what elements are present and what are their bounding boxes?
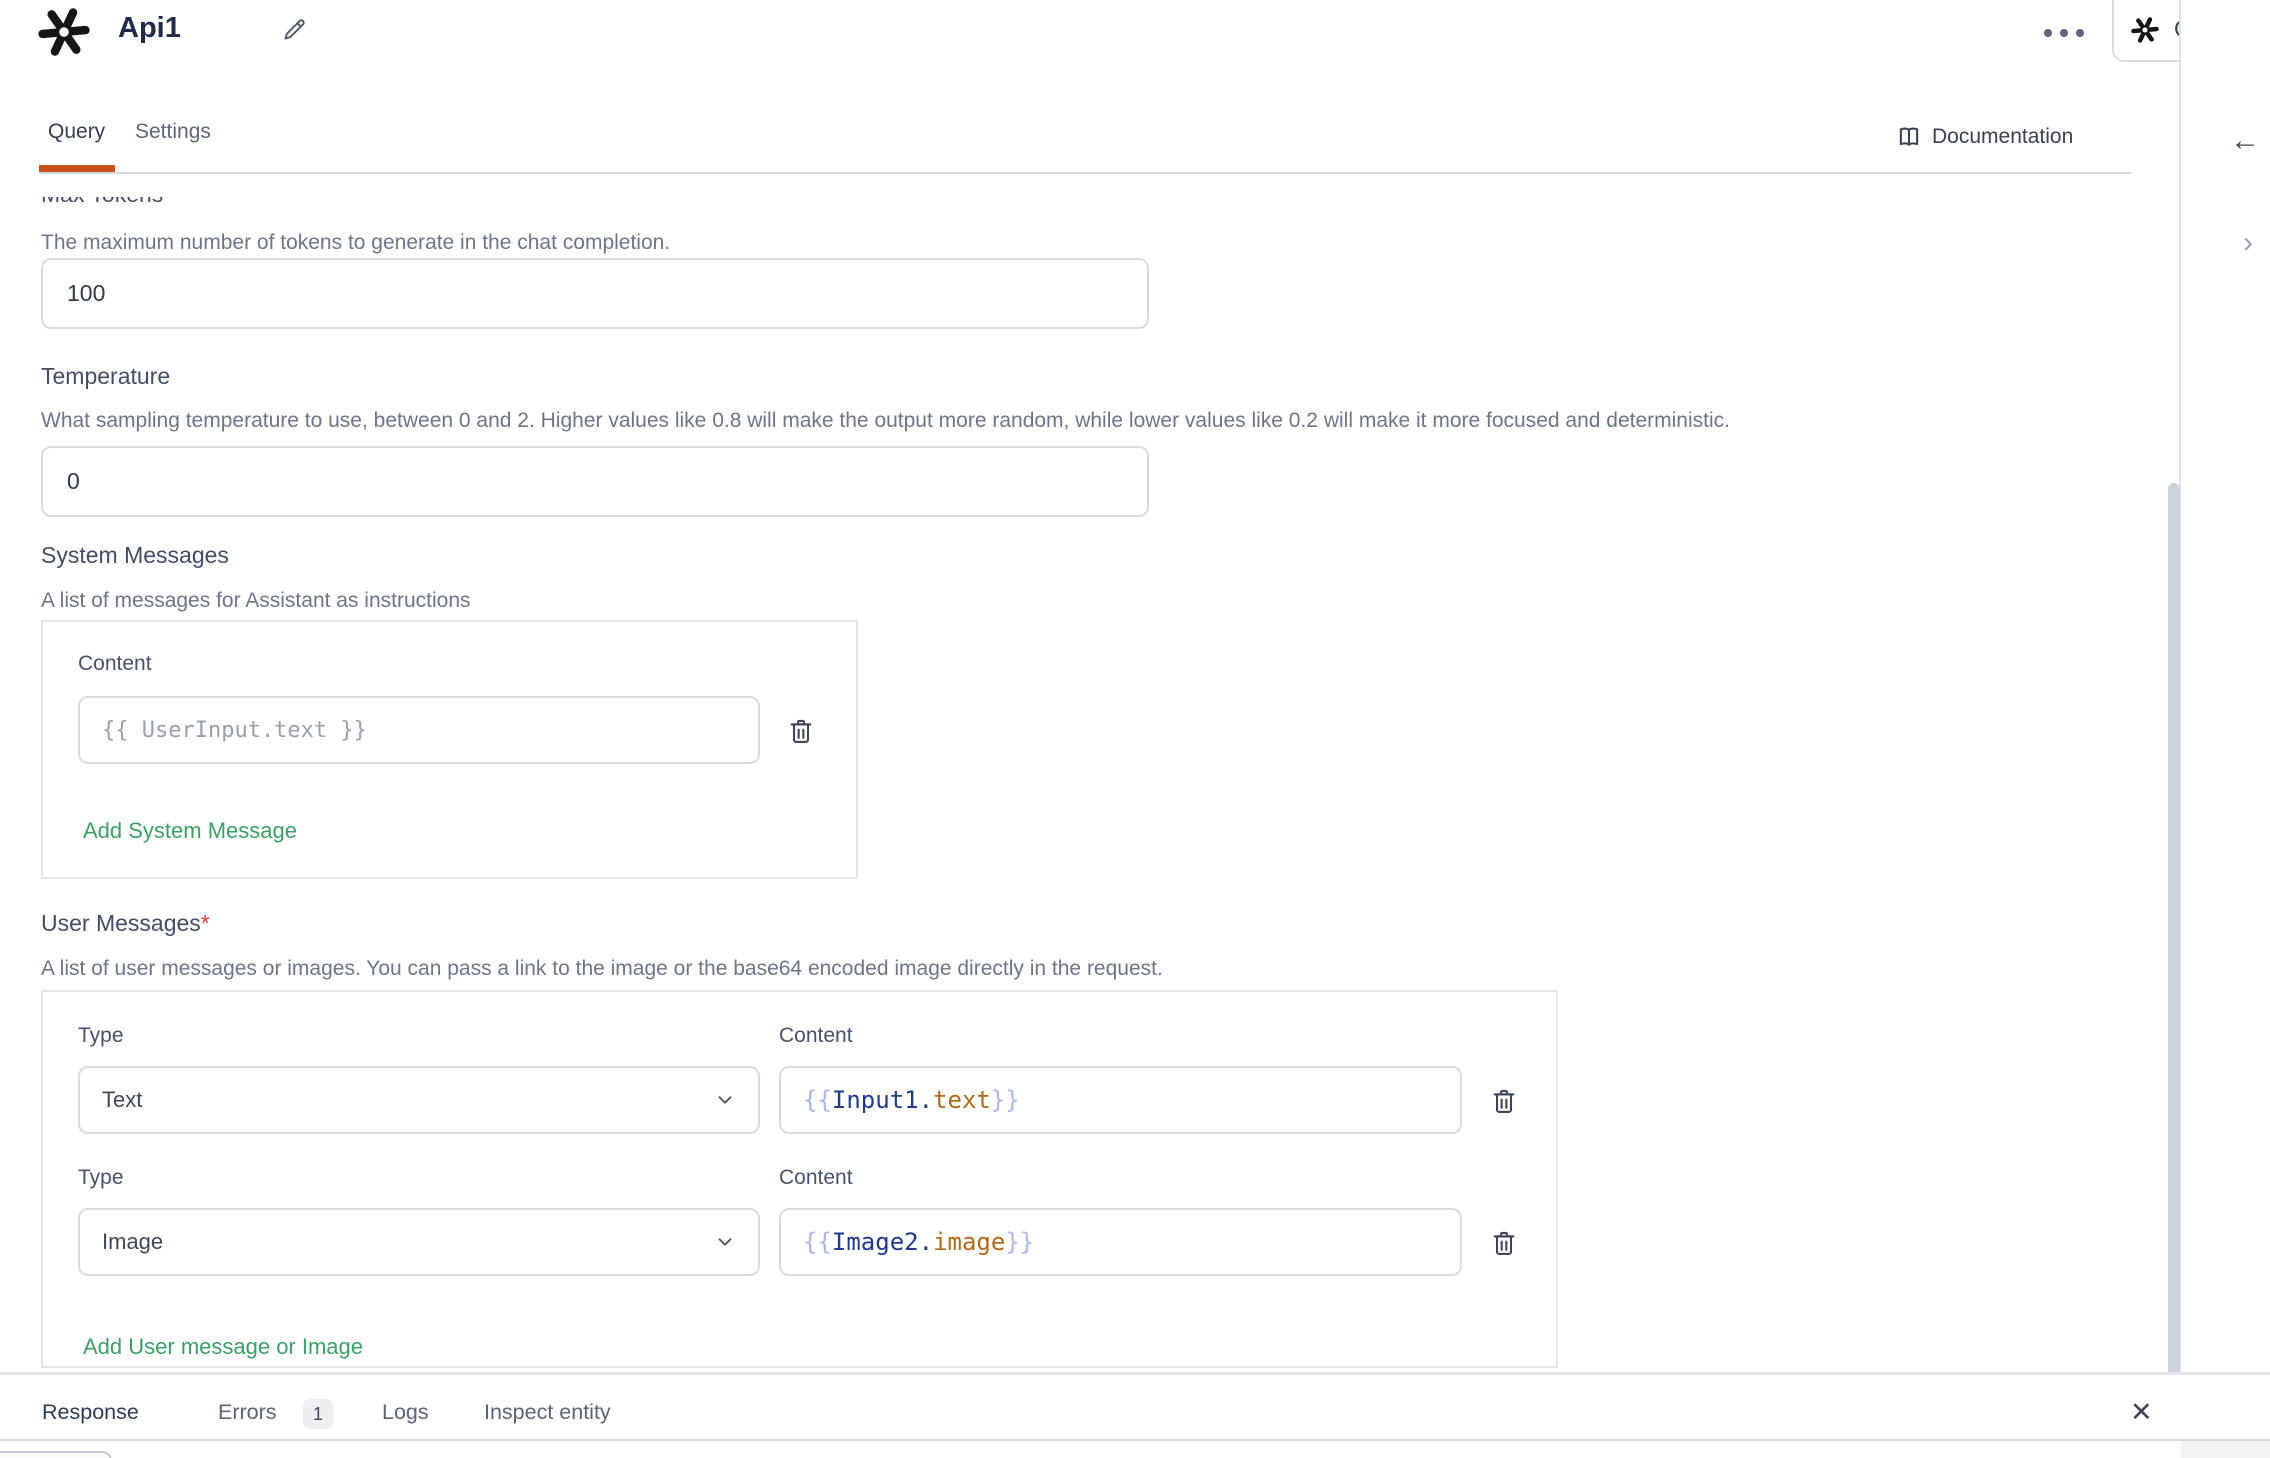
code-open-brace: {{ xyxy=(803,1086,832,1114)
add-system-message-button[interactable]: Add System Message xyxy=(83,818,297,844)
row1-type-select[interactable]: Text xyxy=(78,1066,760,1134)
close-icon[interactable]: ✕ xyxy=(2130,1397,2153,1428)
max-tokens-input[interactable] xyxy=(41,258,1149,329)
tab-query[interactable]: Query xyxy=(48,120,105,144)
code-property: text xyxy=(933,1086,991,1114)
tab-settings[interactable]: Settings xyxy=(135,120,211,144)
query-name-title[interactable]: Api1 xyxy=(118,12,181,45)
openai-logo-icon xyxy=(36,2,92,62)
user-messages-label-text: User Messages xyxy=(41,910,201,936)
code-identifier: Image2 xyxy=(832,1228,919,1256)
max-tokens-description: The maximum number of tokens to generate… xyxy=(41,231,670,255)
add-user-message-button[interactable]: Add User message or Image xyxy=(83,1334,363,1360)
vertical-scrollbar-thumb[interactable] xyxy=(2168,483,2180,1405)
delete-user-message-1-button[interactable] xyxy=(1490,1086,1520,1120)
code-dot: . xyxy=(919,1228,933,1256)
documentation-link[interactable]: Documentation xyxy=(1896,124,2073,150)
partial-response-element xyxy=(0,1451,112,1458)
temperature-description: What sampling temperature to use, betwee… xyxy=(41,409,2141,433)
row1-content-label: Content xyxy=(779,1024,853,1048)
book-icon xyxy=(1896,124,1922,150)
row2-type-label: Type xyxy=(78,1166,124,1190)
code-open-brace: {{ xyxy=(803,1228,832,1256)
edit-pencil-icon[interactable] xyxy=(281,16,308,43)
errors-count-badge: 1 xyxy=(303,1399,333,1429)
temperature-label: Temperature xyxy=(41,363,170,390)
dock-tab-errors[interactable]: Errors xyxy=(218,1400,277,1425)
system-messages-group: Content {{ UserInput.text }} Add System … xyxy=(41,620,858,879)
dock-tab-response[interactable]: Response xyxy=(42,1400,139,1425)
ellipsis-icon xyxy=(2042,27,2086,39)
chevron-down-icon xyxy=(714,1089,736,1111)
user-messages-label: User Messages* xyxy=(41,910,210,937)
trash-icon xyxy=(1490,1228,1518,1260)
row2-content-label: Content xyxy=(779,1166,853,1190)
openai-logo-small-icon xyxy=(2130,14,2160,46)
dock-tab-logs[interactable]: Logs xyxy=(382,1400,429,1425)
code-close-brace: }} xyxy=(1005,1228,1034,1256)
back-arrow-icon[interactable]: ← xyxy=(2230,124,2260,158)
required-asterisk: * xyxy=(201,910,210,936)
trash-icon xyxy=(1490,1086,1518,1118)
user-messages-group: Type Content Text {{Input1.text}} xyxy=(41,990,1558,1368)
row2-type-value: Image xyxy=(102,1229,163,1255)
temperature-input[interactable] xyxy=(41,446,1149,517)
trash-icon xyxy=(787,716,815,748)
system-messages-description: A list of messages for Assistant as inst… xyxy=(41,589,471,613)
right-panel-rail xyxy=(2179,0,2270,1458)
user-messages-description: A list of user messages or images. You c… xyxy=(41,957,1163,981)
row2-content-input[interactable]: {{Image2.image}} xyxy=(779,1208,1462,1276)
delete-user-message-2-button[interactable] xyxy=(1490,1228,1520,1262)
dock-tab-inspect-entity[interactable]: Inspect entity xyxy=(484,1400,611,1425)
bottom-dock xyxy=(0,1372,2270,1458)
row1-type-value: Text xyxy=(102,1087,142,1113)
row1-content-input[interactable]: {{Input1.text}} xyxy=(779,1066,1462,1134)
row1-type-label: Type xyxy=(78,1024,124,1048)
documentation-label: Documentation xyxy=(1932,125,2073,149)
rail-bottom-fill xyxy=(2181,1441,2270,1458)
code-identifier: Input1 xyxy=(832,1086,919,1114)
system-content-label: Content xyxy=(78,652,152,676)
chevron-right-icon[interactable]: › xyxy=(2243,226,2253,260)
system-content-input[interactable]: {{ UserInput.text }} xyxy=(78,696,760,764)
system-messages-label: System Messages xyxy=(41,542,229,569)
code-dot: . xyxy=(919,1086,933,1114)
dock-divider xyxy=(0,1439,2270,1441)
delete-system-message-button[interactable] xyxy=(787,716,817,750)
active-tab-underline xyxy=(39,165,115,172)
system-content-placeholder: {{ UserInput.text }} xyxy=(102,718,367,743)
more-options-button[interactable] xyxy=(2036,16,2092,50)
max-tokens-label: Max Tokens xyxy=(41,197,163,208)
row2-type-select[interactable]: Image xyxy=(78,1208,760,1276)
tab-bar-divider xyxy=(39,172,2131,174)
chevron-down-icon xyxy=(714,1231,736,1253)
api-editor-page: Api1 xyxy=(0,0,2270,1458)
code-property: image xyxy=(933,1228,1005,1256)
code-close-brace: }} xyxy=(991,1086,1020,1114)
query-form-scroll-area: Max Tokens The maximum number of tokens … xyxy=(0,197,2179,1372)
